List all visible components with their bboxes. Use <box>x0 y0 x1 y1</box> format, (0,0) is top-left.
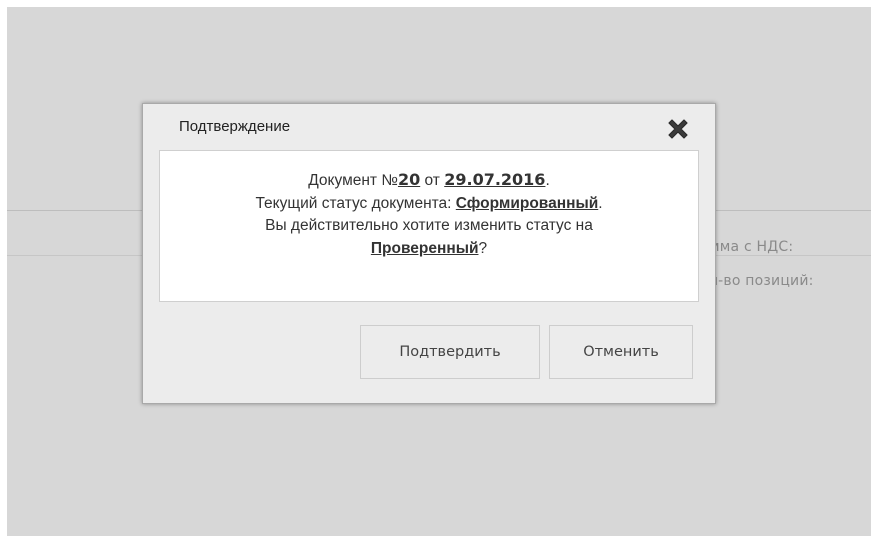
close-icon[interactable] <box>665 116 691 142</box>
background-sum-label: мма с НДС: <box>709 239 794 255</box>
document-line: Документ №20 от 29.07.2016. <box>160 169 698 193</box>
status-suffix: . <box>598 194 603 212</box>
document-from: от <box>420 172 445 189</box>
dialog-title: Подтверждение <box>179 118 291 135</box>
question-suffix: ? <box>478 239 488 257</box>
status-line: Текущий статус документа: Сформированный… <box>160 193 698 216</box>
document-number-link[interactable]: 20 <box>398 170 420 189</box>
confirmation-dialog: Подтверждение Документ №20 от 29.07.2016… <box>142 103 716 404</box>
cancel-button[interactable]: Отменить <box>549 325 693 379</box>
current-status-link[interactable]: Сформированный <box>456 195 598 212</box>
document-date-link[interactable]: 29.07.2016 <box>444 170 545 189</box>
question-line: Вы действительно хотите изменить статус … <box>265 217 593 234</box>
document-prefix: Документ № <box>308 172 398 189</box>
confirm-button[interactable]: Подтвердить <box>360 325 540 379</box>
new-status-line: Проверенный? <box>160 238 698 261</box>
background-count-label: л-во позиций: <box>709 273 814 289</box>
status-prefix: Текущий статус документа: <box>255 194 456 212</box>
dialog-message-box: Документ №20 от 29.07.2016. Текущий стат… <box>159 150 699 302</box>
document-suffix: . <box>545 172 550 189</box>
new-status-link[interactable]: Проверенный <box>371 240 479 257</box>
